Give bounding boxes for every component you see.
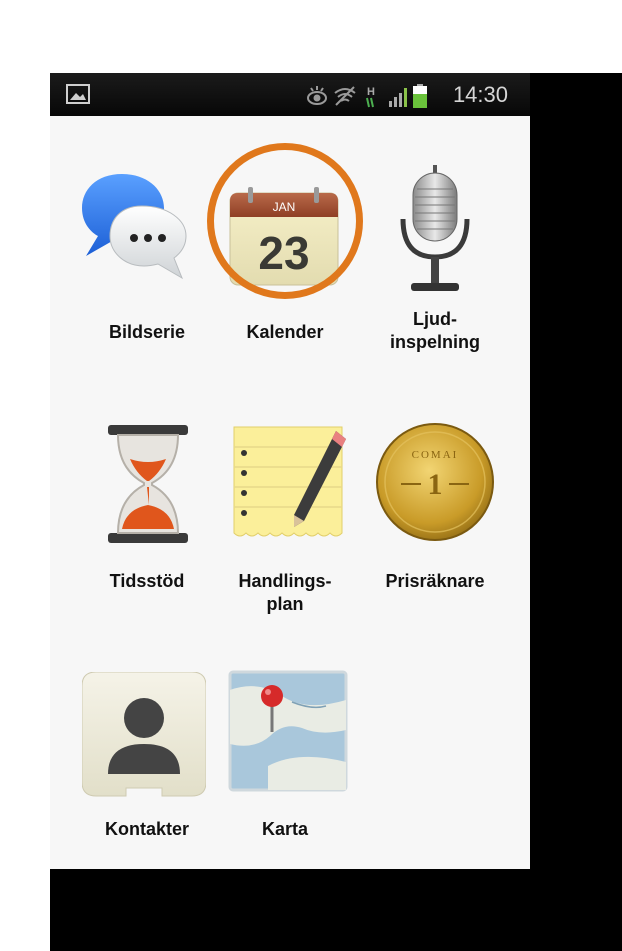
- calendar-icon: JAN 23: [229, 187, 339, 286]
- calendar-day: 23: [258, 227, 309, 279]
- hspa-data-icon: H: [366, 86, 375, 108]
- app-prisraknare[interactable]: COMAI 1: [375, 422, 495, 542]
- app-label-kontakter: Kontakter: [104, 819, 189, 839]
- notepad-pencil-icon: [233, 426, 346, 537]
- app-bildserie[interactable]: [78, 170, 190, 290]
- app-kontakter[interactable]: [82, 672, 206, 802]
- status-bar: H 14:30: [50, 73, 530, 116]
- app-label-handlingsplan: Handlings- plan: [238, 571, 332, 614]
- app-label-kalender: Kalender: [246, 322, 324, 342]
- calendar-month: JAN: [273, 200, 296, 214]
- app-ljudinspelning[interactable]: [395, 165, 475, 297]
- app-label-bildserie: Bildserie: [108, 322, 186, 342]
- svg-text:H: H: [367, 86, 375, 98]
- signal-strength-icon: [389, 88, 407, 107]
- gallery-notification-icon: [66, 84, 90, 104]
- app-handlingsplan[interactable]: [232, 425, 350, 543]
- app-label-ljudinspelning: Ljud- inspelning: [390, 309, 480, 352]
- coin-text: COMAI: [412, 449, 459, 461]
- coin-value: 1: [428, 468, 443, 501]
- app-tidsstod[interactable]: [108, 425, 188, 543]
- map-pin-icon: [228, 670, 348, 792]
- speech-bubbles-icon: [82, 174, 187, 280]
- app-karta[interactable]: [228, 670, 348, 794]
- gold-coin-icon: COMAI 1: [376, 423, 494, 541]
- status-icons: H: [307, 84, 427, 108]
- eye-smart-stay-icon: [307, 86, 327, 105]
- hourglass-icon: [108, 425, 188, 543]
- app-kalender[interactable]: JAN 23: [228, 187, 340, 287]
- app-label-karta: Karta: [261, 819, 309, 839]
- contact-person-icon: [82, 672, 206, 797]
- wifi-off-icon: [334, 86, 356, 106]
- status-time: 14:30: [452, 82, 508, 107]
- battery-icon: [413, 84, 427, 108]
- microphone-icon: [400, 165, 470, 291]
- app-label-prisraknare: Prisräknare: [385, 571, 485, 591]
- app-label-tidsstod: Tidsstöd: [109, 571, 185, 591]
